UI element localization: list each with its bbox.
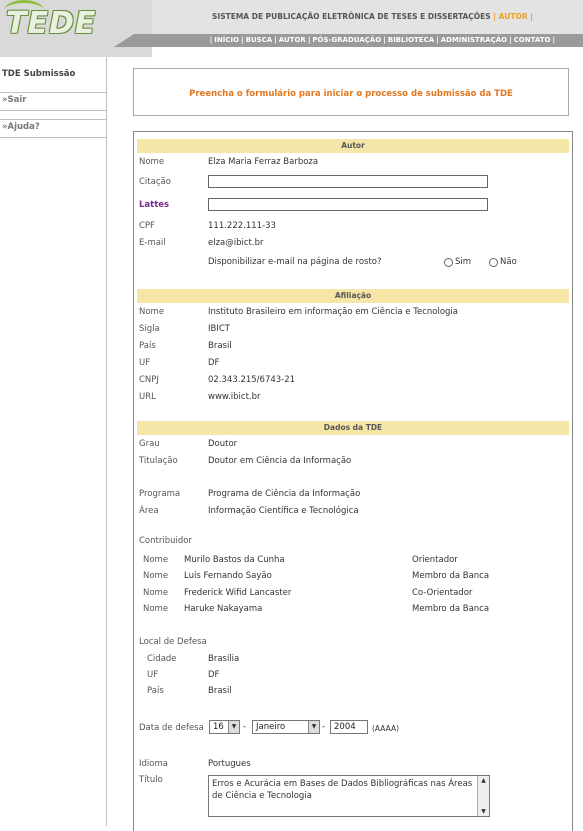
contributor-role: Co-Orientador bbox=[412, 588, 473, 598]
email-value: elza@ibict.br bbox=[208, 238, 264, 248]
nav-pos-graduacao[interactable]: PÓS-GRADUAÇÃO bbox=[312, 36, 381, 44]
titulacao-value: Doutor em Ciência da Informação bbox=[208, 456, 352, 466]
area-label: Área bbox=[139, 506, 159, 516]
contributor-role: Orientador bbox=[412, 555, 458, 565]
programa-label: Programa bbox=[139, 489, 181, 499]
sidebar-item-ajuda[interactable]: »Ajuda? bbox=[0, 119, 106, 138]
afiliacao-pais-label: País bbox=[139, 341, 156, 351]
cnpj-value: 02.343.215/6743-21 bbox=[208, 375, 296, 385]
local-pais-label: País bbox=[147, 686, 164, 696]
contributor-role: Membro da Banca bbox=[412, 571, 490, 581]
logo[interactable]: TEDE bbox=[0, 0, 152, 57]
chevron-down-icon: ▼ bbox=[228, 721, 239, 733]
autor-nome-value: Elza Maria Ferraz Barboza bbox=[208, 157, 319, 167]
titulo-text: Erros e Acurácia em Bases de Dados Bibli… bbox=[212, 779, 473, 801]
programa-value: Programa de Ciência da Informação bbox=[208, 489, 361, 499]
disp-email-question: Disponibilizar e-mail na página de rosto… bbox=[208, 257, 382, 267]
system-title: SISTEMA DE PUBLICAÇÃO ELETRÔNICA DE TESE… bbox=[212, 12, 533, 21]
ano-input[interactable]: 2004 bbox=[330, 720, 368, 734]
url-label: URL bbox=[139, 392, 156, 402]
lattes-input[interactable] bbox=[208, 198, 488, 211]
scroll-up-icon[interactable]: ▲ bbox=[478, 776, 489, 785]
contributor-name: Murilo Bastos da Cunha bbox=[184, 555, 285, 565]
contributor-label: Nome bbox=[143, 588, 169, 598]
intro-text: Preencha o formulário para iniciar o pro… bbox=[189, 89, 513, 99]
dia-select[interactable]: 16 ▼ bbox=[209, 720, 240, 734]
sigla-label: Sigla bbox=[139, 324, 160, 334]
nav-inicio[interactable]: INÍCIO bbox=[214, 36, 239, 44]
cpf-label: CPF bbox=[139, 221, 155, 231]
header-top: SISTEMA DE PUBLICAÇÃO ELETRÔNICA DE TESE… bbox=[152, 0, 583, 34]
nav-biblioteca[interactable]: BIBLIOTECA bbox=[388, 36, 434, 44]
contribuidor-label: Contribuidor bbox=[139, 536, 192, 546]
afiliacao-uf-value: DF bbox=[208, 358, 220, 368]
date-separator: - bbox=[243, 722, 247, 732]
intro-box: Preencha o formulário para iniciar o pro… bbox=[133, 68, 569, 116]
afiliacao-nome-value: Instituto Brasileiro em informação em Ci… bbox=[208, 307, 458, 317]
afiliacao-pais-value: Brasil bbox=[208, 341, 232, 351]
sigla-value: IBICT bbox=[208, 324, 230, 334]
cidade-value: Brasília bbox=[208, 654, 240, 664]
cidade-label: Cidade bbox=[147, 654, 177, 664]
cpf-value: 111.222.111-33 bbox=[208, 221, 276, 231]
mode-label: | AUTOR | bbox=[493, 12, 533, 21]
radio-nao[interactable] bbox=[489, 258, 498, 267]
local-uf-label: UF bbox=[147, 670, 159, 680]
section-afiliacao-heading: Afiliação bbox=[137, 289, 569, 303]
radio-sim[interactable] bbox=[444, 258, 453, 267]
area-value: Informação Científica e Tecnológica bbox=[208, 506, 359, 516]
mes-select[interactable]: Janeiro ▼ bbox=[252, 720, 320, 734]
radio-nao-label: Não bbox=[500, 257, 517, 267]
nav-autor[interactable]: AUTOR bbox=[279, 36, 306, 44]
nav-menu: | INÍCIO | BUSCA | AUTOR | PÓS-GRADUAÇÃO | BIBLIO… bbox=[209, 36, 555, 44]
titulo-textarea[interactable]: Erros e Acurácia em Bases de Dados Bibli… bbox=[208, 775, 490, 817]
email-label: E-mail bbox=[139, 238, 166, 248]
contributor-role: Membro da Banca bbox=[412, 604, 490, 614]
citacao-label: Citação bbox=[139, 177, 171, 187]
local-defesa-label: Local de Defesa bbox=[139, 637, 207, 647]
url-value: www.ibict.br bbox=[208, 392, 261, 402]
sidebar-item-sair[interactable]: »Sair bbox=[0, 92, 106, 111]
titulacao-label: Titulação bbox=[139, 456, 178, 466]
scroll-down-icon[interactable]: ▼ bbox=[478, 807, 489, 816]
lattes-label: Lattes bbox=[139, 200, 170, 210]
cnpj-label: CNPJ bbox=[139, 375, 159, 385]
nav-busca[interactable]: BUSCA bbox=[246, 36, 273, 44]
radio-sim-label: Sim bbox=[455, 257, 472, 267]
contributor-label: Nome bbox=[143, 571, 169, 581]
contributor-name: Frederick Wifid Lancaster bbox=[184, 588, 292, 598]
sidebar: TDE Submissão »Sair »Ajuda? bbox=[0, 57, 107, 826]
local-uf-value: DF bbox=[208, 670, 220, 680]
sidebar-title: TDE Submissão bbox=[2, 69, 76, 79]
textarea-scrollbar[interactable]: ▲ ▼ bbox=[477, 776, 489, 816]
nav-administracao[interactable]: ADMINISTRAÇÃO bbox=[441, 36, 507, 44]
titulo-label: Título bbox=[139, 775, 163, 785]
citacao-input[interactable] bbox=[208, 175, 488, 188]
contributor-name: Luís Fernando Sayão bbox=[184, 571, 272, 581]
grau-value: Doutor bbox=[208, 439, 238, 449]
local-pais-value: Brasil bbox=[208, 686, 232, 696]
logo-text: TEDE bbox=[6, 6, 97, 41]
data-defesa-label: Data de defesa bbox=[139, 723, 204, 733]
ano-hint: (AAAA) bbox=[372, 724, 400, 733]
afiliacao-nome-label: Nome bbox=[139, 307, 165, 317]
idioma-value: Portugues bbox=[208, 759, 251, 769]
contributor-name: Haruke Nakayama bbox=[184, 604, 263, 614]
afiliacao-uf-label: UF bbox=[139, 358, 151, 368]
header: TEDE SISTEMA DE PUBLICAÇÃO ELETRÔNICA DE… bbox=[0, 0, 583, 57]
autor-nome-label: Nome bbox=[139, 157, 165, 167]
nav-contato[interactable]: CONTATO bbox=[514, 36, 551, 44]
idioma-label: Idioma bbox=[139, 759, 168, 769]
chevron-down-icon: ▼ bbox=[308, 721, 319, 733]
section-autor-heading: Autor bbox=[137, 139, 569, 153]
grau-label: Grau bbox=[139, 439, 160, 449]
contributor-label: Nome bbox=[143, 555, 169, 565]
date-separator: - bbox=[322, 722, 326, 732]
section-dados-heading: Dados da TDE bbox=[137, 421, 569, 435]
contributor-label: Nome bbox=[143, 604, 169, 614]
